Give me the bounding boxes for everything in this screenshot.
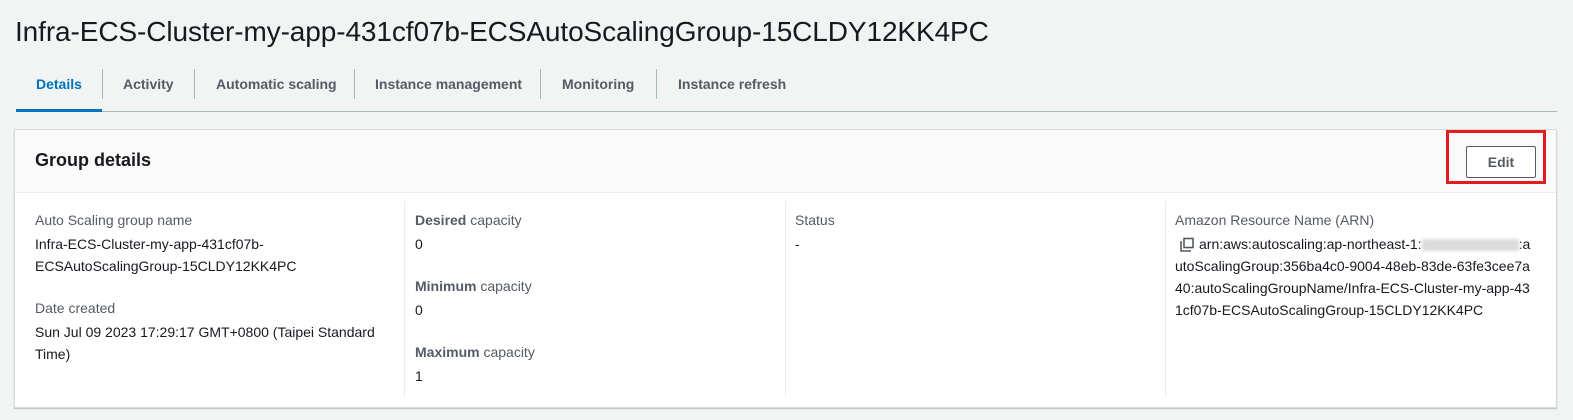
asg-name-label: Auto Scaling group name [35, 212, 193, 228]
tab-details[interactable]: Details [36, 66, 82, 112]
column-divider [404, 201, 405, 397]
edit-button[interactable]: Edit [1466, 146, 1536, 178]
tab-automatic-scaling[interactable]: Automatic scaling [216, 66, 337, 112]
maximum-capacity-value: 1 [415, 368, 423, 384]
desired-capacity-label: Desired capacity [415, 212, 522, 228]
maximum-capacity-label: Maximum capacity [415, 344, 535, 360]
minimum-capacity-label: Minimum capacity [415, 278, 532, 294]
details-column-arn: Amazon Resource Name (ARN) arn:aws:autos… [1175, 193, 1545, 398]
tab-divider [354, 69, 355, 99]
tab-divider [102, 69, 103, 99]
date-created-value: Sun Jul 09 2023 17:29:17 GMT+0800 (Taipe… [35, 324, 375, 362]
tab-activity[interactable]: Activity [123, 66, 174, 112]
desired-capacity-value: 0 [415, 236, 423, 252]
tab-divider [656, 69, 657, 99]
column-divider [785, 201, 786, 397]
status-value: - [795, 236, 800, 252]
details-column-name: Auto Scaling group name Infra-ECS-Cluste… [35, 193, 405, 398]
minimum-capacity-value: 0 [415, 302, 423, 318]
tab-instance-refresh[interactable]: Instance refresh [678, 66, 786, 112]
tab-divider [194, 69, 195, 99]
asg-name-value: Infra-ECS-Cluster-my-app-431cf07b- ECSAu… [35, 236, 297, 274]
details-column-status: Status - [795, 193, 1165, 398]
status-label: Status [795, 212, 835, 228]
active-tab-indicator [16, 109, 102, 112]
column-divider [1165, 201, 1166, 397]
group-details-panel: Group details Edit Auto Scaling group na… [14, 129, 1557, 408]
tab-monitoring[interactable]: Monitoring [562, 66, 634, 112]
tab-bar: Details Activity Automatic scaling Insta… [16, 66, 1557, 112]
tab-divider [540, 69, 541, 99]
date-created-label: Date created [35, 300, 116, 316]
tab-instance-management[interactable]: Instance management [375, 66, 522, 112]
arn-label: Amazon Resource Name (ARN) [1175, 212, 1375, 228]
arn-value: arn:aws:autoscaling:ap-northeast-1::auto… [1175, 236, 1531, 318]
panel-title: Group details [35, 150, 152, 170]
panel-header: Group details Edit [15, 130, 1556, 193]
page-title: Infra-ECS-Cluster-my-app-431cf07b-ECSAut… [15, 16, 989, 47]
details-column-capacity: Desired capacity 0 Minimum capacity 0 Ma… [415, 193, 785, 398]
redacted-account-id [1421, 239, 1519, 252]
